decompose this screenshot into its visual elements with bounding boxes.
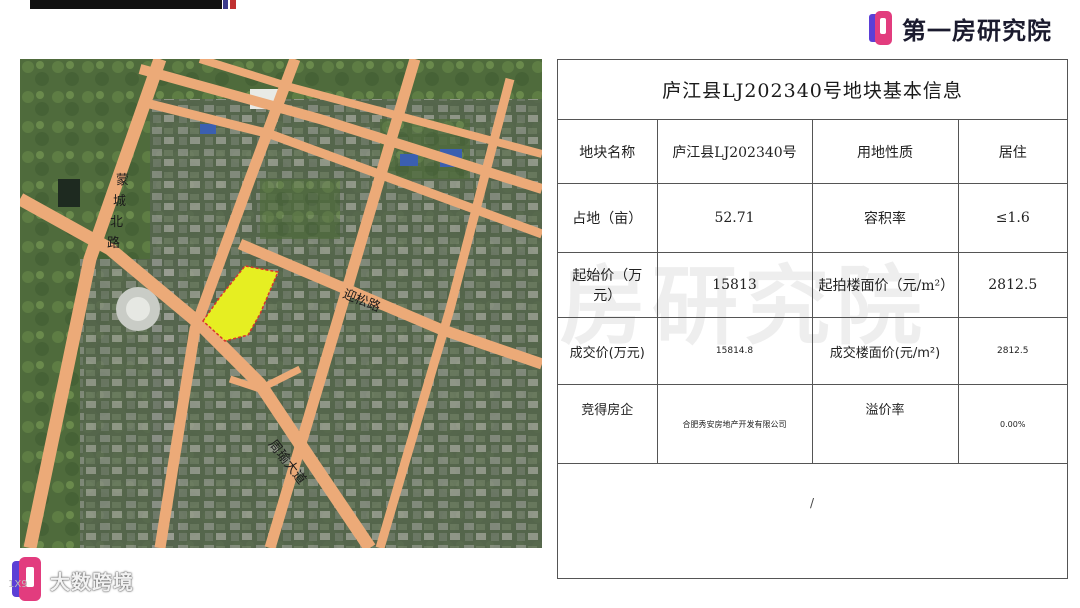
brand-name: 第一房研究院 <box>902 16 1052 45</box>
value-far: ≤1.6 <box>957 183 1067 253</box>
brand-mark-icon <box>868 11 894 45</box>
label-premium-rate: 溢价率 <box>811 384 959 464</box>
label-far: 容积率 <box>811 183 959 253</box>
bottom-logo: 1X9 大数跨境 <box>6 556 134 604</box>
dashu-logo-icon: 1X9 <box>6 557 46 603</box>
table-row: 占地（亩） 52.71 容积率 ≤1.6 <box>558 183 1067 253</box>
top-decor-accent <box>223 0 228 9</box>
value-land-use: 居住 <box>957 120 1067 184</box>
value-parcel-name: 庐江县LJ202340号 <box>656 120 813 184</box>
logo-sup: 1X9 <box>8 579 28 590</box>
label-land-use: 用地性质 <box>811 120 959 184</box>
label-start-price: 起始价（万元） <box>558 252 658 318</box>
road-label-mengcheng-3: 北 <box>110 215 123 230</box>
value-area: 52.71 <box>656 183 813 253</box>
info-title: 庐江县LJ202340号地块基本信息 <box>558 60 1067 120</box>
value-start-floor-price: 2812.5 <box>957 252 1067 318</box>
parcel-info-table: 庐江县LJ202340号地块基本信息 地块名称 庐江县LJ202340号 用地性… <box>557 59 1068 579</box>
value-premium-rate: 0.00% <box>957 384 1067 464</box>
value-start-price: 15813 <box>656 252 813 318</box>
label-area: 占地（亩） <box>558 183 658 253</box>
satellite-map: 蒙 城 北 路 迎松路 周瑜大道 <box>20 59 542 548</box>
info-grid: 地块名称 庐江县LJ202340号 用地性质 居住 占地（亩） 52.71 容积… <box>558 120 1067 464</box>
road-label-mengcheng-2: 城 <box>113 194 126 209</box>
top-decor-accent <box>230 0 236 9</box>
label-deal-floor-price: 成交楼面价(元/m²) <box>811 317 959 385</box>
dashu-logo-text: 大数跨境 <box>50 569 134 594</box>
empty-note: / <box>810 496 815 510</box>
top-decor-bar <box>30 0 222 9</box>
label-deal-price: 成交价(万元) <box>558 317 658 385</box>
table-row: 成交价(万元) 15814.8 成交楼面价(元/m²) 2812.5 <box>558 317 1067 385</box>
label-parcel-name: 地块名称 <box>558 120 658 184</box>
table-row: 竞得房企 合肥秀安房地产开发有限公司 溢价率 0.00% <box>558 384 1067 464</box>
value-winner: 合肥秀安房地产开发有限公司 <box>656 384 813 464</box>
value-deal-price: 15814.8 <box>656 317 813 385</box>
table-row: 地块名称 庐江县LJ202340号 用地性质 居住 <box>558 120 1067 184</box>
label-start-floor-price: 起拍楼面价（元/m²） <box>811 252 959 318</box>
road-label-mengcheng-4: 路 <box>107 235 120 251</box>
value-deal-floor-price: 2812.5 <box>957 317 1067 385</box>
label-winner: 竞得房企 <box>558 384 658 464</box>
table-row: 起始价（万元） 15813 起拍楼面价（元/m²） 2812.5 <box>558 252 1067 318</box>
brand-logo: 第一房研究院 <box>868 10 1052 46</box>
road-label-mengcheng-1: 蒙 <box>116 173 129 188</box>
